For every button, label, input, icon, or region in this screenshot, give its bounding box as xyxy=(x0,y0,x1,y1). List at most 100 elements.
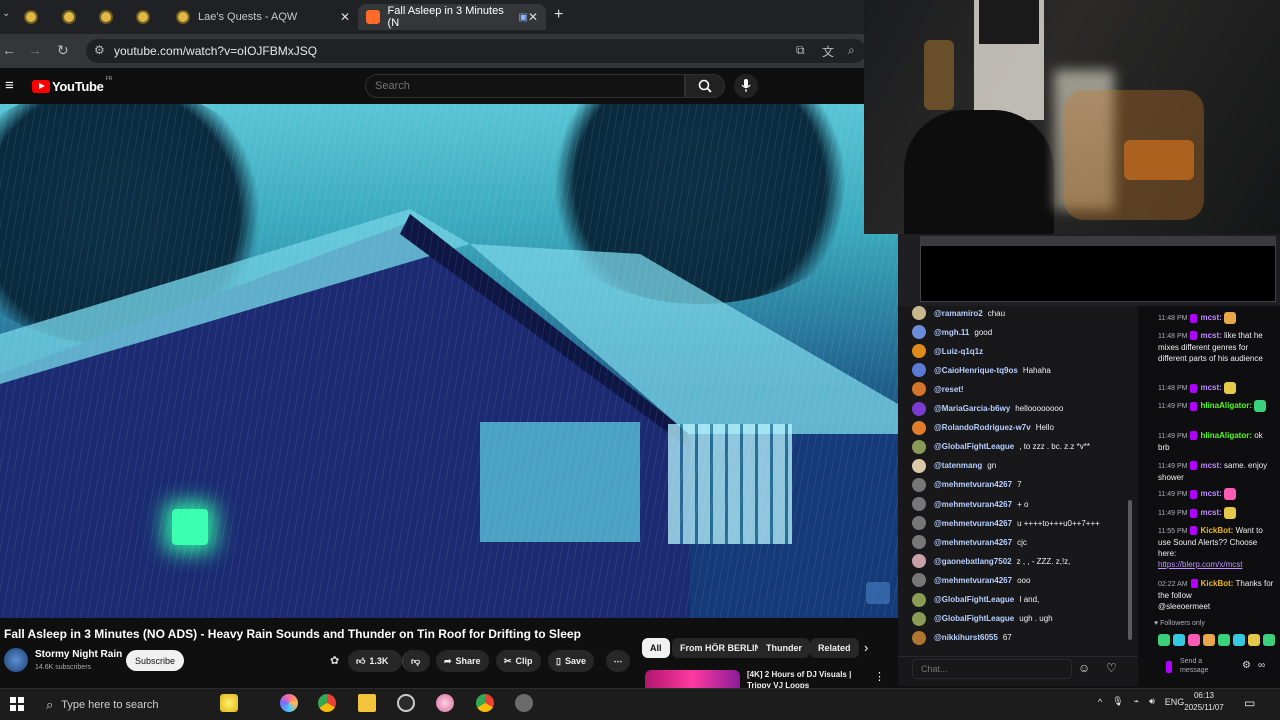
chip-all[interactable]: All xyxy=(642,638,670,658)
chat-avatar[interactable] xyxy=(912,592,926,607)
close-tab-icon[interactable]: ✕ xyxy=(528,10,538,24)
chat-avatar[interactable] xyxy=(912,439,926,454)
chat-avatar[interactable] xyxy=(912,611,926,626)
chat-avatar[interactable] xyxy=(912,535,926,550)
chat-avatar[interactable] xyxy=(912,401,926,416)
kick-username[interactable]: KickBot: xyxy=(1201,579,1234,588)
emote-icon[interactable] xyxy=(1248,634,1260,646)
chat-avatar[interactable] xyxy=(912,306,926,320)
browser-tab[interactable] xyxy=(24,4,54,30)
menu-hamburger-icon[interactable]: ≡ xyxy=(5,77,14,94)
more-actions-button[interactable]: ⋯ xyxy=(606,650,630,672)
emoji-icon[interactable]: ☺ xyxy=(1078,661,1090,675)
browser-tab-aqw[interactable]: Lae's Quests - AQW ✕ xyxy=(170,4,350,30)
show-hidden-icons-chevron-icon[interactable]: ^ xyxy=(1098,697,1102,707)
chat-avatar[interactable] xyxy=(912,516,926,531)
chat-avatar[interactable] xyxy=(912,554,926,569)
chat-username[interactable]: @nikkihurst6055 xyxy=(934,633,998,642)
network-icon[interactable]: ⌁ xyxy=(1134,696,1139,707)
subscribe-button[interactable]: Subscribe xyxy=(126,650,184,671)
browser-tab[interactable] xyxy=(136,4,166,30)
chat-username[interactable]: @mehmetvuran4267 xyxy=(934,576,1012,585)
emote-toolbar[interactable] xyxy=(920,236,1276,246)
emote-icon[interactable] xyxy=(1233,634,1245,646)
chat-avatar[interactable] xyxy=(912,630,926,645)
clip-button[interactable]: ✂ Clip xyxy=(496,650,541,672)
save-button[interactable]: ▯ Save xyxy=(548,650,594,672)
back-arrow-icon[interactable]: ← xyxy=(2,42,16,58)
chat-username[interactable]: @mehmetvuran4267 xyxy=(934,519,1012,528)
youtube-search-button[interactable] xyxy=(685,74,725,98)
chat-avatar[interactable] xyxy=(912,325,926,340)
browser-tab[interactable] xyxy=(99,4,129,30)
youtube-search-box[interactable] xyxy=(365,74,685,98)
chat-avatar[interactable] xyxy=(912,477,926,492)
kick-username[interactable]: hlinaAligator: xyxy=(1200,401,1252,410)
send-message-input[interactable]: Send a message xyxy=(1180,657,1230,675)
taskbar-clock[interactable]: 06:13 2025/11/07 xyxy=(1182,690,1226,714)
chat-username[interactable]: @MariaGarcia-b6wy xyxy=(934,404,1010,413)
emote-icon[interactable] xyxy=(1158,634,1170,646)
steam-icon[interactable] xyxy=(397,694,415,712)
chip-related[interactable]: Related xyxy=(810,638,859,658)
browser-tab[interactable] xyxy=(62,4,92,30)
kick-username[interactable]: mcst: xyxy=(1200,313,1221,322)
zoom-icon[interactable]: ⌕ xyxy=(848,43,855,58)
chrome-icon[interactable] xyxy=(318,694,336,712)
forward-arrow-icon[interactable]: → xyxy=(28,42,42,58)
kick-message-link[interactable]: https://blerp.com/x/mcst xyxy=(1158,560,1242,569)
kick-username[interactable]: mcst: xyxy=(1200,508,1221,517)
recommendation-thumbnail[interactable] xyxy=(645,670,740,688)
channel-avatar[interactable] xyxy=(4,648,28,672)
chat-username[interactable]: @CaioHenrique-tq9os xyxy=(934,366,1018,375)
channel-name[interactable]: Stormy Night Rain xyxy=(35,649,122,660)
chat-username[interactable]: @GlobalFightLeague xyxy=(934,595,1014,604)
chat-avatar[interactable] xyxy=(912,458,926,473)
settings-icon[interactable]: ⚙ xyxy=(1242,660,1251,671)
browser-tab-active[interactable]: Fall Asleep in 3 Minutes (N ▣ ✕ xyxy=(358,4,546,30)
youtube-logo[interactable]: YouTube FR xyxy=(32,76,112,94)
chat-avatar[interactable] xyxy=(912,420,926,435)
emote-icon[interactable] xyxy=(1218,634,1230,646)
video-player[interactable] xyxy=(0,104,898,618)
chat-username[interactable]: @mehmetvuran4267 xyxy=(934,500,1012,509)
emote-icon[interactable] xyxy=(1173,634,1185,646)
chat-username[interactable]: @mehmetvuran4267 xyxy=(934,538,1012,547)
kick-username[interactable]: mcst: xyxy=(1200,331,1221,340)
users-icon[interactable]: ∞ xyxy=(1258,660,1265,671)
heart-icon[interactable]: ♡ xyxy=(1106,661,1117,675)
chat-username[interactable]: @mgh.11 xyxy=(934,328,969,337)
copilot-icon[interactable] xyxy=(280,694,298,712)
emote-icon[interactable] xyxy=(1188,634,1200,646)
microphone-icon[interactable]: 🎙︎ xyxy=(1112,696,1123,707)
site-info-icon[interactable]: ⚙ xyxy=(94,43,105,57)
chat-avatar[interactable] xyxy=(912,497,926,511)
recommendation-menu-icon[interactable]: ⋮ xyxy=(874,670,885,683)
chrome-profile-icon[interactable] xyxy=(476,694,494,712)
kick-username[interactable]: KickBot: xyxy=(1200,526,1233,535)
chat-username[interactable]: @GlobalFightLeague xyxy=(934,614,1014,623)
notifications-icon[interactable]: ▭ xyxy=(1244,696,1255,710)
kick-username[interactable]: mcst: xyxy=(1200,383,1221,392)
chat-username[interactable]: @GlobalFightLeague xyxy=(934,442,1014,451)
youtube-search-input[interactable] xyxy=(366,75,684,97)
address-bar[interactable]: ⚙ youtube.com/watch?v=oIOJFBMxJSQ ⧉ ⽂ ⌕ xyxy=(86,39,866,63)
chat-username[interactable]: @ramamiro2 xyxy=(934,309,983,318)
reload-icon[interactable]: ↻ xyxy=(57,42,69,59)
emote-icon[interactable] xyxy=(1263,634,1275,646)
chat-username[interactable]: @tatenmang xyxy=(934,461,982,470)
chat-username[interactable]: @reset! xyxy=(934,385,964,394)
chat-emote-bar[interactable] xyxy=(1158,634,1275,646)
chat-username[interactable]: @mehmetvuran4267 xyxy=(934,480,1012,489)
kick-username[interactable]: mcst: xyxy=(1200,489,1221,498)
chat-avatar[interactable] xyxy=(912,382,926,397)
close-tab-icon[interactable]: ✕ xyxy=(340,10,350,24)
chat-avatar[interactable] xyxy=(912,363,926,378)
emote-icon[interactable] xyxy=(1203,634,1215,646)
new-tab-button[interactable]: + xyxy=(554,6,563,24)
windows-start-icon[interactable] xyxy=(10,697,24,711)
dislike-button[interactable]: 👎︎ xyxy=(402,650,430,672)
chip-from-hor-berlin[interactable]: From HÖR BERLIN xyxy=(672,638,769,658)
chips-next-arrow-icon[interactable]: › xyxy=(864,640,868,655)
app-icon[interactable] xyxy=(515,694,533,712)
